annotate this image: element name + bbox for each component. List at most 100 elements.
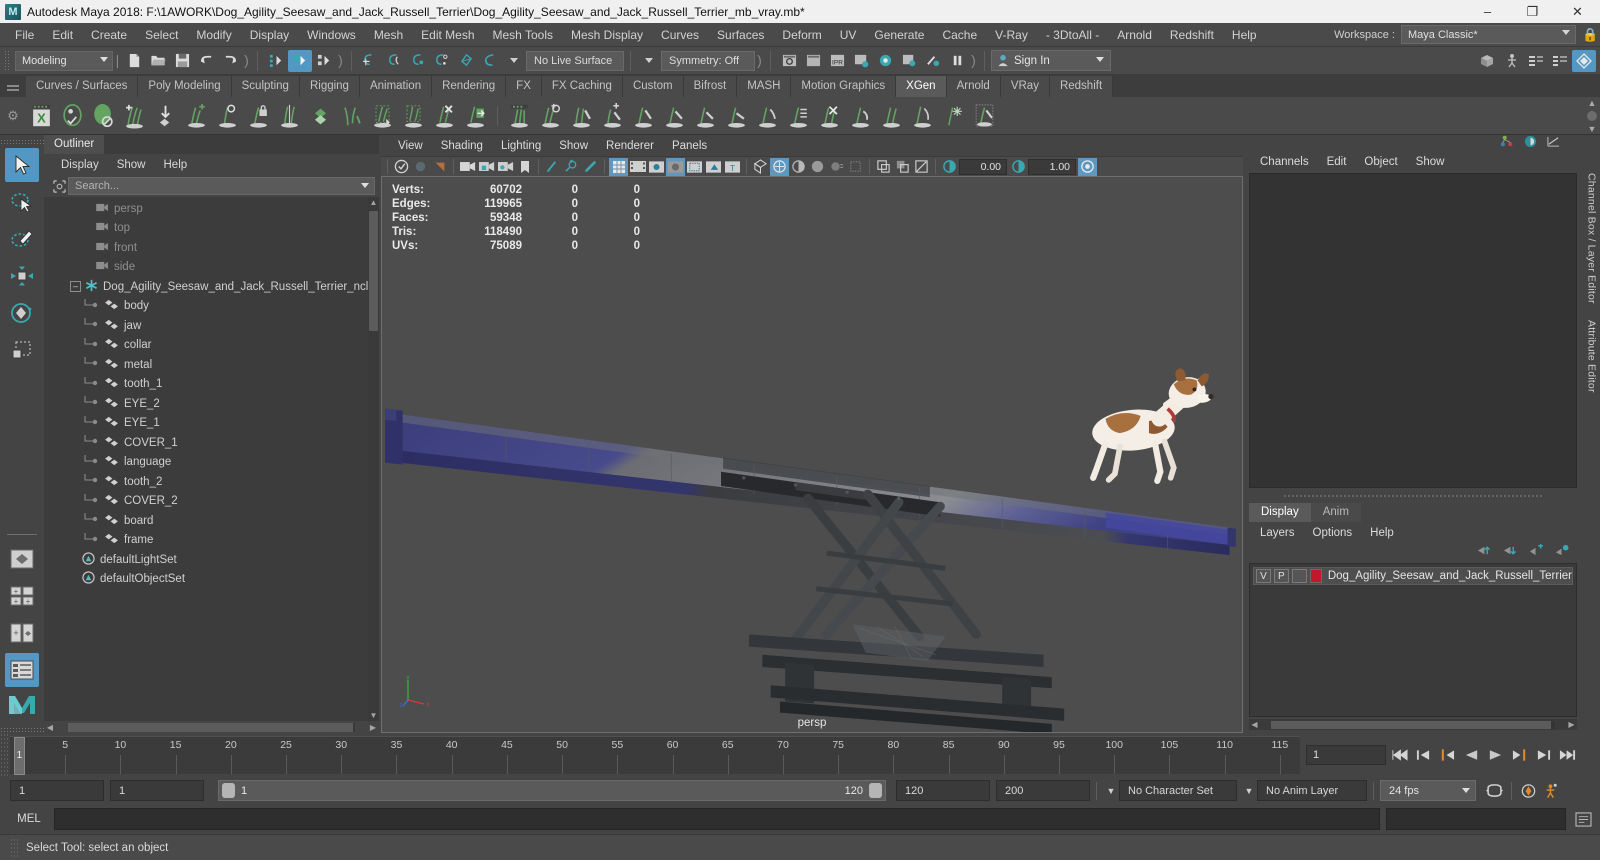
menu-uv[interactable]: UV	[831, 23, 866, 47]
outliner-item-persp[interactable]: persp	[44, 199, 379, 219]
menu-deform[interactable]: Deform	[773, 23, 830, 47]
bookmark-orange-icon[interactable]	[430, 158, 449, 176]
layer-color-swatch[interactable]	[1309, 569, 1322, 583]
xgen-add-interactive-icon[interactable]	[535, 99, 566, 133]
tool-rotate[interactable]	[5, 296, 39, 330]
shelf-tab-poly-modeling[interactable]: Poly Modeling	[138, 76, 232, 97]
select-by-object-type-icon[interactable]	[288, 49, 312, 72]
motion-blur-icon[interactable]	[827, 158, 846, 176]
shelf-scrollbar[interactable]: ▲ ▼	[1586, 99, 1598, 134]
menu-curves[interactable]: Curves	[652, 23, 708, 47]
command-input-field[interactable]	[54, 808, 1380, 830]
ipr-render-icon[interactable]: IPR	[825, 50, 849, 72]
outliner-hscroll-track[interactable]	[68, 722, 355, 732]
xgen-cut-icon[interactable]	[814, 99, 845, 133]
xgen-export-guides-icon[interactable]	[460, 99, 491, 133]
xgen-clump-modifier-icon[interactable]	[876, 99, 907, 133]
smooth-shade-all-icon[interactable]	[666, 157, 685, 176]
channel-box-icon[interactable]	[1500, 135, 1515, 151]
shelf-tab-xgen[interactable]: XGen	[896, 76, 947, 97]
scroll-left-icon[interactable]: ◀	[44, 723, 56, 732]
wireframe-on-shaded-icon[interactable]	[685, 158, 704, 176]
range-slider-bar[interactable]: 1 120	[218, 780, 886, 801]
symmetry-field[interactable]: Symmetry: Off	[661, 50, 755, 71]
xgen-noise-icon[interactable]	[752, 99, 783, 133]
outliner-item-eye-1[interactable]: EYE_1	[44, 414, 379, 434]
menu-generate[interactable]: Generate	[865, 23, 933, 47]
play-forwards-button[interactable]	[1485, 745, 1506, 765]
outliner-item-collar[interactable]: collar	[44, 336, 379, 356]
layout-two-pane-icon[interactable]: +	[5, 616, 39, 650]
playback-end-time-field[interactable]: 120	[896, 780, 990, 801]
xgen-groom-brush-icon[interactable]	[336, 99, 367, 133]
gamma-value-field[interactable]: 1.00	[1028, 158, 1076, 175]
camera-icon[interactable]	[458, 158, 477, 176]
menu-surfaces[interactable]: Surfaces	[708, 23, 773, 47]
outliner-item-side[interactable]: side	[44, 258, 379, 278]
shelf-tab-bifrost[interactable]: Bifrost	[683, 76, 738, 97]
animation-preferences-icon[interactable]	[1539, 781, 1560, 801]
range-right-handle[interactable]	[869, 783, 882, 798]
tool-select[interactable]	[5, 148, 39, 182]
menu-edit[interactable]: Edit	[43, 23, 82, 47]
script-editor-icon[interactable]	[1572, 808, 1594, 830]
viewport-menu-shading[interactable]: Shading	[432, 140, 492, 152]
shelf-scroll-thumb[interactable]	[1587, 111, 1597, 121]
animation-start-time-field[interactable]: 1	[10, 780, 104, 801]
shelf-tab-motion-graphics[interactable]: Motion Graphics	[791, 76, 897, 97]
shelf-tab-rendering[interactable]: Rendering	[432, 76, 507, 97]
tool-paint-select[interactable]	[5, 222, 39, 256]
chevron-down-icon[interactable]	[361, 183, 369, 188]
create-new-layer-icon[interactable]	[1528, 544, 1543, 560]
exposure-value-field[interactable]: 0.00	[959, 158, 1007, 175]
tool-scale[interactable]	[5, 333, 39, 367]
character-set-chevron-icon[interactable]: ▼	[1103, 786, 1119, 796]
outliner-item-language[interactable]: language	[44, 453, 379, 473]
layer-menu-help[interactable]: Help	[1361, 527, 1403, 539]
workspace-dropdown[interactable]: Maya Classic*	[1401, 25, 1576, 44]
menuset-dropdown[interactable]: Modeling	[15, 50, 113, 71]
scroll-right-icon[interactable]: ▶	[367, 723, 379, 732]
helpline-grip[interactable]	[10, 837, 18, 858]
two-d-pan-zoom-icon[interactable]	[562, 158, 581, 176]
menu-modify[interactable]: Modify	[187, 23, 240, 47]
xgen-region-select-icon[interactable]	[398, 99, 429, 133]
minimize-button[interactable]: –	[1465, 0, 1510, 23]
image-plane-icon[interactable]	[543, 158, 562, 176]
outliner-item-tooth-1[interactable]: tooth_1	[44, 375, 379, 395]
xgen-smooth-icon[interactable]	[659, 99, 690, 133]
menu-windows[interactable]: Windows	[298, 23, 365, 47]
menu-file[interactable]: File	[6, 23, 43, 47]
outliner-item-cover-1[interactable]: COVER_1	[44, 433, 379, 453]
menu-mesh-tools[interactable]: Mesh Tools	[484, 23, 562, 47]
show-hide-channel-box-icon[interactable]	[1572, 49, 1596, 72]
outliner-vertical-scrollbar[interactable]: ▲ ▼	[368, 197, 379, 721]
outliner-menu-help[interactable]: Help	[155, 159, 197, 171]
step-back-button[interactable]	[1413, 745, 1434, 765]
tab-display-layers[interactable]: Display	[1249, 503, 1311, 522]
sign-in-button[interactable]: Sign In	[991, 50, 1111, 71]
scroll-down-icon[interactable]: ▼	[1588, 125, 1597, 134]
tool-move[interactable]	[5, 259, 39, 293]
use-default-lighting-icon[interactable]	[751, 158, 770, 176]
animation-end-time-field[interactable]: 200	[996, 780, 1090, 801]
viewport-menu-show[interactable]: Show	[550, 140, 597, 152]
outliner-item-jaw[interactable]: jaw	[44, 316, 379, 336]
xgen-comb-icon[interactable]	[690, 99, 721, 133]
xgen-create-description-icon[interactable]	[57, 99, 88, 133]
current-time-indicator[interactable]: 1	[13, 737, 25, 775]
layer-shading-toggle[interactable]	[1291, 569, 1307, 583]
shelf-tab-mash[interactable]: MASH	[737, 76, 792, 97]
save-scene-icon[interactable]	[170, 50, 194, 72]
tool-lasso-select[interactable]	[5, 185, 39, 219]
xgen-coil-icon[interactable]	[907, 99, 938, 133]
statusline-grip[interactable]	[4, 49, 11, 72]
xgen-clump-region-icon[interactable]	[367, 99, 398, 133]
outliner-menu-display[interactable]: Display	[52, 159, 108, 171]
new-scene-icon[interactable]	[122, 50, 146, 72]
viewport-menu-view[interactable]: View	[389, 140, 432, 152]
shelf-tab-arnold[interactable]: Arnold	[946, 76, 1001, 97]
xgen-new-description-icon[interactable]	[181, 99, 212, 133]
move-layer-down-icon[interactable]	[1502, 544, 1517, 560]
tab-anim-layers[interactable]: Anim	[1310, 503, 1361, 522]
